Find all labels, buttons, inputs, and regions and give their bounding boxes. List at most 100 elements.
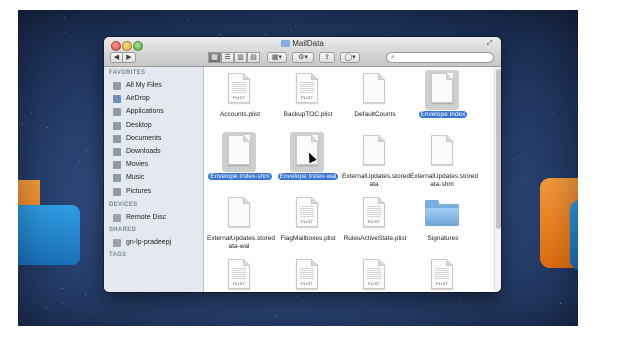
- frame-top: [0, 0, 640, 10]
- file-name: ExternalUpdates.storedata-wal: [204, 235, 276, 251]
- document-file-icon: [228, 197, 250, 227]
- share-button[interactable]: ⇪: [319, 52, 335, 63]
- star: [61, 287, 63, 289]
- star: [21, 123, 23, 125]
- file-name-text: Envelope Index-shm: [208, 173, 272, 180]
- sidebar-item-documents[interactable]: Documents: [113, 133, 201, 145]
- file-type-label: PLIST: [300, 95, 314, 100]
- document-file-icon: [431, 135, 453, 165]
- star: [31, 112, 33, 114]
- file-name-text: Signatures: [427, 235, 459, 242]
- sidebar-item-downloads[interactable]: Downloads: [113, 146, 201, 158]
- star: [569, 150, 571, 152]
- sidebar-item-label: Desktop: [126, 121, 152, 129]
- file-item[interactable]: Signatures: [407, 194, 479, 254]
- file-name: Accounts.plist: [204, 111, 276, 119]
- file-type-label: PLIST: [232, 281, 246, 286]
- plist-file-icon: PLIST: [296, 259, 318, 289]
- arrange-button[interactable]: ▦▾: [267, 52, 287, 63]
- document-file-icon: [363, 135, 385, 165]
- sidebar-item-applications[interactable]: Applications: [113, 106, 201, 118]
- star: [458, 299, 460, 301]
- sidebar-item-label: Remote Disc: [126, 213, 167, 221]
- plist-file-icon: PLIST: [228, 73, 250, 103]
- window-title: MailData: [104, 39, 501, 48]
- plist-file-icon: PLIST: [296, 73, 318, 103]
- sidebar-item-gn-lp-pradeepj[interactable]: gn-lp-pradeepj: [113, 237, 201, 249]
- column-view-button[interactable]: ▥: [234, 52, 247, 63]
- vertical-scrollbar[interactable]: [494, 67, 501, 292]
- sidebar-item-label: Pictures: [126, 187, 152, 195]
- file-item[interactable]: PLIST Accounts.plist: [204, 70, 276, 130]
- sidebar-item-desktop[interactable]: Desktop: [113, 120, 201, 132]
- document-file-icon: [431, 73, 453, 103]
- applications-icon: [113, 108, 121, 117]
- file-item[interactable]: PLIST: [204, 256, 276, 292]
- file-name: Envelope Index-shm: [204, 173, 276, 181]
- file-item[interactable]: DefaultCounts: [339, 70, 411, 130]
- file-item[interactable]: ExternalUpdates.storedata-shm: [407, 132, 479, 192]
- file-grid: PLIST Accounts.plist PLIST BackupTOC.plist D…: [204, 67, 494, 292]
- all-files-icon: [113, 82, 121, 90]
- file-item[interactable]: PLIST: [407, 256, 479, 292]
- documents-icon: [113, 134, 121, 143]
- star: [63, 16, 65, 18]
- back-button[interactable]: ◀: [110, 52, 123, 63]
- coverflow-view-button[interactable]: ▤: [247, 52, 260, 63]
- search-input[interactable]: [401, 53, 491, 62]
- file-item[interactable]: PLIST RulesActiveState.plist: [339, 194, 411, 254]
- document-file-icon: [228, 135, 250, 165]
- sidebar-item-music[interactable]: Music: [113, 172, 201, 184]
- star: [560, 302, 562, 304]
- file-name: Envelope Index: [407, 111, 479, 119]
- airdrop-icon: [113, 95, 121, 104]
- star: [291, 30, 293, 32]
- fullscreen-icon[interactable]: ⤢: [487, 40, 495, 48]
- file-item[interactable]: ExternalUpdates.storedata: [339, 132, 411, 192]
- file-name: Envelope Index-wal: [272, 173, 344, 181]
- file-item[interactable]: ExternalUpdates.storedata-wal: [204, 194, 276, 254]
- sidebar-item-label: gn-lp-pradeepj: [126, 239, 172, 246]
- star: [525, 176, 527, 178]
- file-item[interactable]: PLIST: [272, 256, 344, 292]
- title-bar[interactable]: MailData ⤢ ◀ ▶ ▦ ☰ ▥ ▤ ▦▾ ⚙▾ ⇪ ◯▾ ⌕: [104, 37, 501, 67]
- folder-icon: [281, 40, 291, 47]
- icon-view-button[interactable]: ▦: [208, 52, 221, 63]
- file-type-label: PLIST: [367, 281, 381, 286]
- file-type-label: PLIST: [367, 219, 381, 224]
- file-item[interactable]: Envelope Index: [407, 70, 479, 130]
- scrollbar-thumb[interactable]: [496, 69, 501, 229]
- sidebar-item-movies[interactable]: Movies: [113, 159, 201, 171]
- search-field[interactable]: ⌕: [386, 52, 494, 63]
- star: [386, 34, 388, 36]
- star: [46, 126, 48, 128]
- sidebar-item-airdrop[interactable]: AirDrop: [113, 93, 201, 105]
- sidebar-item-all-my-files[interactable]: All My Files: [113, 80, 201, 92]
- file-item[interactable]: Envelope Index-shm: [204, 132, 276, 192]
- action-gear-button[interactable]: ⚙▾: [292, 52, 314, 63]
- forward-button[interactable]: ▶: [123, 52, 136, 63]
- file-name-text: BackupTOC.plist: [283, 111, 333, 118]
- file-item[interactable]: PLIST FlagMailboxes.plist: [272, 194, 344, 254]
- file-name: ExternalUpdates.storedata-shm: [407, 173, 479, 189]
- star: [264, 33, 266, 35]
- document-file-icon: [363, 73, 385, 103]
- file-name: FlagMailboxes.plist: [272, 235, 344, 243]
- file-name-text: RulesActiveState.plist: [343, 235, 407, 242]
- star: [85, 294, 87, 296]
- remote-disc-icon: [113, 213, 121, 222]
- file-item[interactable]: PLIST: [339, 256, 411, 292]
- sidebar-item-pictures[interactable]: Pictures: [113, 186, 201, 198]
- list-view-button[interactable]: ☰: [221, 52, 234, 63]
- plist-file-icon: PLIST: [431, 259, 453, 289]
- tags-button[interactable]: ◯▾: [340, 52, 360, 63]
- music-icon: [113, 174, 121, 183]
- sidebar-item-remote-disc[interactable]: Remote Disc: [113, 212, 201, 224]
- star: [94, 62, 96, 63]
- sidebar-section-header: DEVICES: [109, 201, 138, 208]
- star: [555, 172, 557, 174]
- file-name-text: Envelope Index-wal: [277, 173, 339, 180]
- file-item[interactable]: PLIST BackupTOC.plist: [272, 70, 344, 130]
- wallpaper-chair-left-blue: [10, 205, 80, 265]
- sidebar-item-label: Applications: [126, 108, 164, 116]
